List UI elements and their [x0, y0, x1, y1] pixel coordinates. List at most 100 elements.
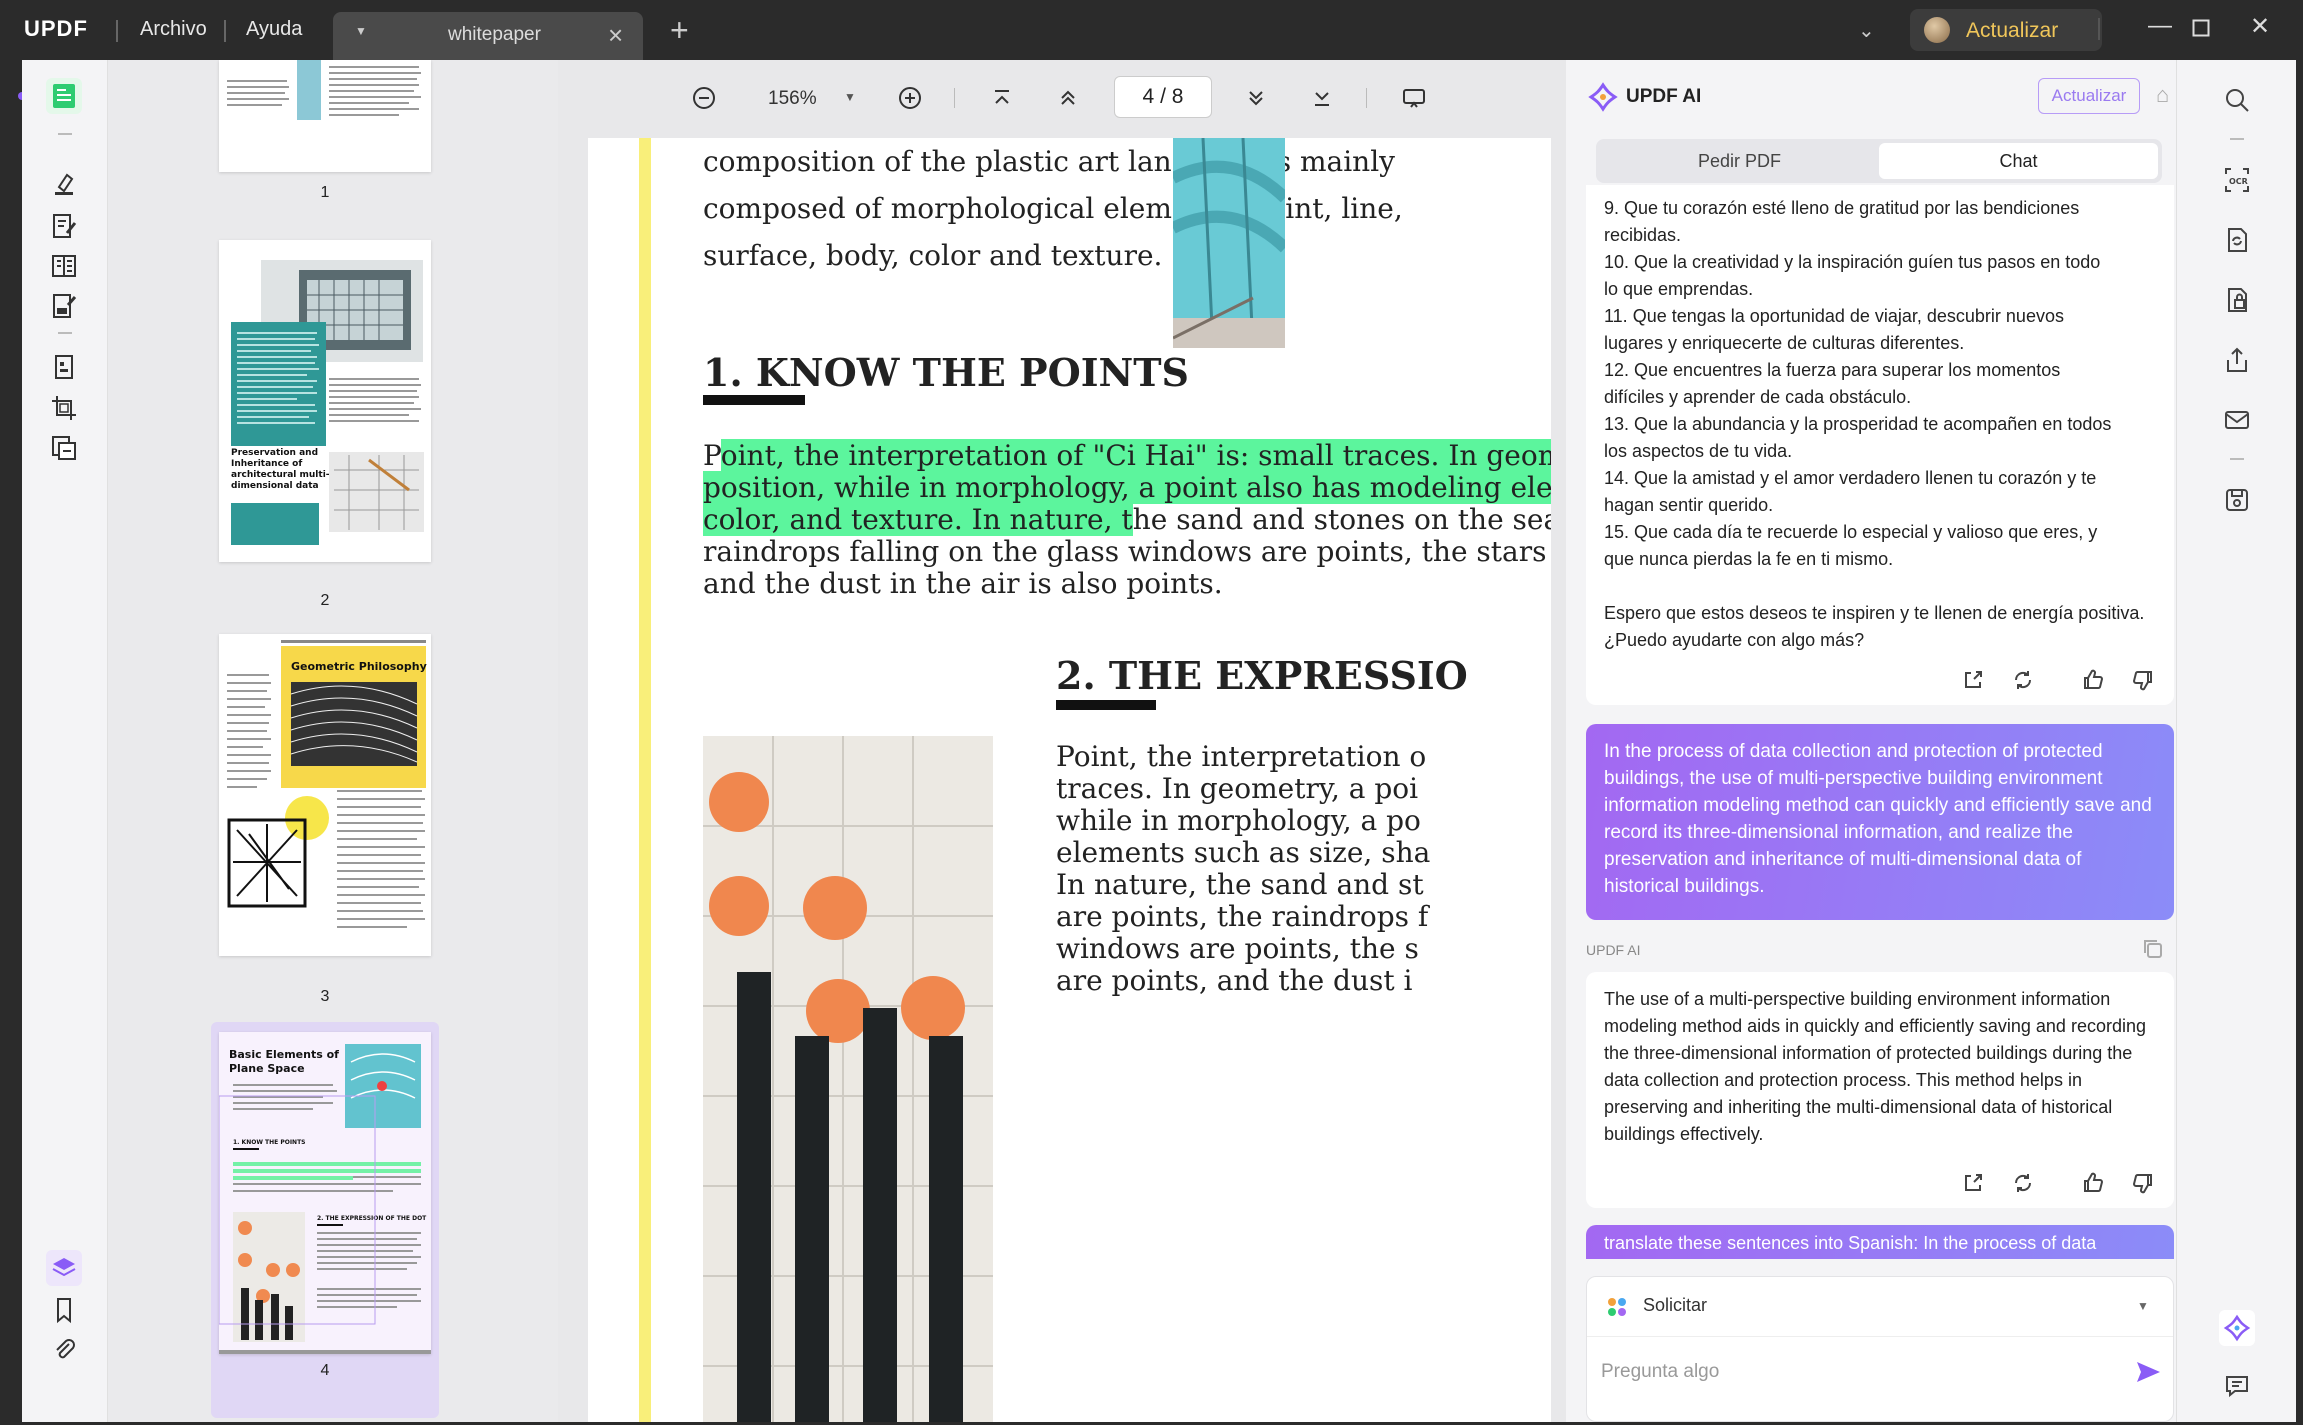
menu-archivo[interactable]: Archivo: [140, 18, 207, 41]
zoom-in-icon[interactable]: [894, 82, 926, 114]
last-page-icon[interactable]: [1306, 82, 1338, 114]
svg-text:OCR: OCR: [2229, 177, 2248, 186]
minimize-icon[interactable]: —: [2148, 12, 2172, 40]
send-icon[interactable]: [2133, 1357, 2163, 1387]
toolbar-divider: [954, 88, 955, 108]
next-page-icon[interactable]: [1240, 82, 1272, 114]
reader-mode-icon[interactable]: [46, 78, 82, 114]
response-actions: [1960, 1170, 2156, 1196]
protect-pages-icon[interactable]: [46, 430, 82, 466]
paragraph-line: surface, body, color and texture.: [703, 239, 1163, 272]
new-tab-button[interactable]: +: [670, 12, 689, 49]
prompt-mode-selector[interactable]: Solicitar ▼: [1587, 1277, 2173, 1337]
svg-text:1. KNOW THE POINTS: 1. KNOW THE POINTS: [233, 1139, 306, 1146]
organize-pages-icon[interactable]: [46, 350, 82, 386]
tab-title: whitepaper: [448, 24, 541, 45]
share-icon[interactable]: [2219, 342, 2255, 378]
ai-panel-title: UPDF AI: [1626, 86, 1702, 107]
clear-chat-icon[interactable]: ⌂: [2156, 82, 2169, 108]
tab-chat[interactable]: Chat: [1879, 143, 2158, 179]
regenerate-icon[interactable]: [2010, 667, 2036, 693]
thumbs-down-icon[interactable]: [2130, 667, 2156, 693]
open-external-icon[interactable]: [1960, 667, 1986, 693]
ai-upgrade-button[interactable]: Actualizar: [2038, 78, 2140, 114]
convert-pdf-icon[interactable]: [2219, 222, 2255, 258]
save-icon[interactable]: [2219, 482, 2255, 518]
page-thumbnail-2[interactable]: Preservation and Inheritance of architec…: [219, 240, 431, 562]
paragraph-line: composed of morphological elements: poin…: [703, 192, 1403, 225]
response-line: 9. Que tu corazón esté lleno de gratitud…: [1604, 198, 2080, 218]
paragraph-line: Point, the interpretation o: [1056, 740, 1427, 773]
ocr-icon[interactable]: OCR: [2219, 162, 2255, 198]
page-number-2: 2: [320, 592, 330, 609]
ai-assistant-panel: UPDF AI Actualizar ⌂ Pedir PDF Chat 9. Q…: [1566, 60, 2176, 1422]
tab-close-icon[interactable]: ×: [608, 20, 623, 51]
thumbs-up-icon[interactable]: [2080, 1170, 2106, 1196]
document-tab[interactable]: ▼ whitepaper ×: [333, 12, 643, 60]
chevron-down-icon[interactable]: ⌄: [1858, 18, 1875, 43]
menu-separator: [224, 20, 226, 42]
response-line: hagan sentir querido.: [1604, 495, 1774, 515]
response-line: 14. Que la amistad y el amor verdadero l…: [1604, 468, 2097, 488]
response-line: los aspectos de tu vida.: [1604, 441, 1793, 461]
response-line: lugares y enriquecerte de culturas difer…: [1604, 333, 1965, 353]
left-rail: [0, 60, 22, 1425]
response-line: 12. Que encuentres la fuerza para supera…: [1604, 360, 2061, 380]
chevron-down-icon[interactable]: ▼: [2137, 1299, 2149, 1313]
maximize-icon[interactable]: [2192, 16, 2210, 44]
comment-highlighter-icon[interactable]: [46, 166, 82, 202]
attachment-icon[interactable]: [46, 1332, 82, 1368]
tab-ask-pdf[interactable]: Pedir PDF: [1600, 143, 1879, 179]
layers-icon[interactable]: [46, 1250, 82, 1286]
zoom-out-icon[interactable]: [688, 82, 720, 114]
ai-assistant-icon[interactable]: [2219, 1310, 2255, 1346]
edit-pdf-icon[interactable]: [46, 208, 82, 244]
toolbar-divider: [2230, 138, 2244, 140]
heading-expression: 2. THE EXPRESSIO: [1056, 653, 1468, 698]
paragraph-line: are points, the raindrops f: [1056, 900, 1429, 933]
tab-dropdown-icon[interactable]: ▼: [355, 24, 367, 38]
user-message-partial: translate these sentences into Spanish: …: [1586, 1225, 2174, 1259]
zoom-level[interactable]: 156%: [768, 88, 817, 110]
crop-pages-icon[interactable]: [46, 390, 82, 426]
thumbs-down-icon[interactable]: [2130, 1170, 2156, 1196]
upgrade-button[interactable]: Actualizar: [1910, 9, 2102, 51]
ask-input[interactable]: [1601, 1352, 2121, 1392]
open-external-icon[interactable]: [1960, 1170, 1986, 1196]
close-window-icon[interactable]: ✕: [2250, 12, 2270, 41]
response-actions: [1960, 667, 2156, 693]
paragraph-line: In nature, the sand and st: [1056, 868, 1424, 901]
paragraph-line: windows are points, the s: [1056, 932, 1419, 965]
page-thumbnail-4[interactable]: Basic Elements of Plane Space 1. KNOW TH…: [219, 1032, 431, 1354]
page-layout-icon[interactable]: [46, 248, 82, 284]
paragraph-points: Point, the interpretation of "Ci Hai" is…: [703, 432, 1551, 607]
page-separator: /: [1160, 85, 1166, 108]
previous-page-icon[interactable]: [1052, 82, 1084, 114]
comments-icon[interactable]: [2219, 1368, 2255, 1404]
svg-text:Plane Space: Plane Space: [229, 1062, 305, 1075]
total-pages: 8: [1171, 85, 1184, 108]
page-thumbnail-3[interactable]: Geometric Philosophy: [219, 634, 431, 956]
form-edit-icon[interactable]: [46, 288, 82, 324]
protect-pdf-icon[interactable]: [2219, 282, 2255, 318]
presentation-icon[interactable]: [1398, 82, 1430, 114]
first-page-icon[interactable]: [986, 82, 1018, 114]
thumbs-up-icon[interactable]: [2080, 667, 2106, 693]
bookmark-icon[interactable]: [46, 1292, 82, 1328]
ai-mode-tabs: Pedir PDF Chat: [1596, 139, 2162, 183]
page-thumbnail-1[interactable]: [219, 60, 431, 172]
regenerate-icon[interactable]: [2010, 1170, 2036, 1196]
ai-response-list: 9. Que tu corazón esté lleno de gratitud…: [1604, 185, 2156, 654]
window-separator: [2098, 18, 2100, 40]
svg-text:dimensional data: dimensional data: [231, 481, 319, 491]
page-number-field[interactable]: 4 / 8: [1114, 76, 1212, 118]
email-icon[interactable]: [2219, 402, 2255, 438]
pdf-page[interactable]: composition of the plastic art language …: [588, 138, 1551, 1422]
menu-ayuda[interactable]: Ayuda: [246, 18, 302, 41]
thumbnail-panel: 1 Preservation and Inheritance of archit…: [108, 60, 558, 1422]
zoom-dropdown-icon[interactable]: ▼: [844, 90, 856, 104]
paragraph-line: elements such as size, sha: [1056, 836, 1431, 869]
copy-icon[interactable]: [2140, 936, 2166, 962]
toolbar-divider: [1366, 88, 1367, 108]
search-icon[interactable]: [2219, 82, 2255, 118]
